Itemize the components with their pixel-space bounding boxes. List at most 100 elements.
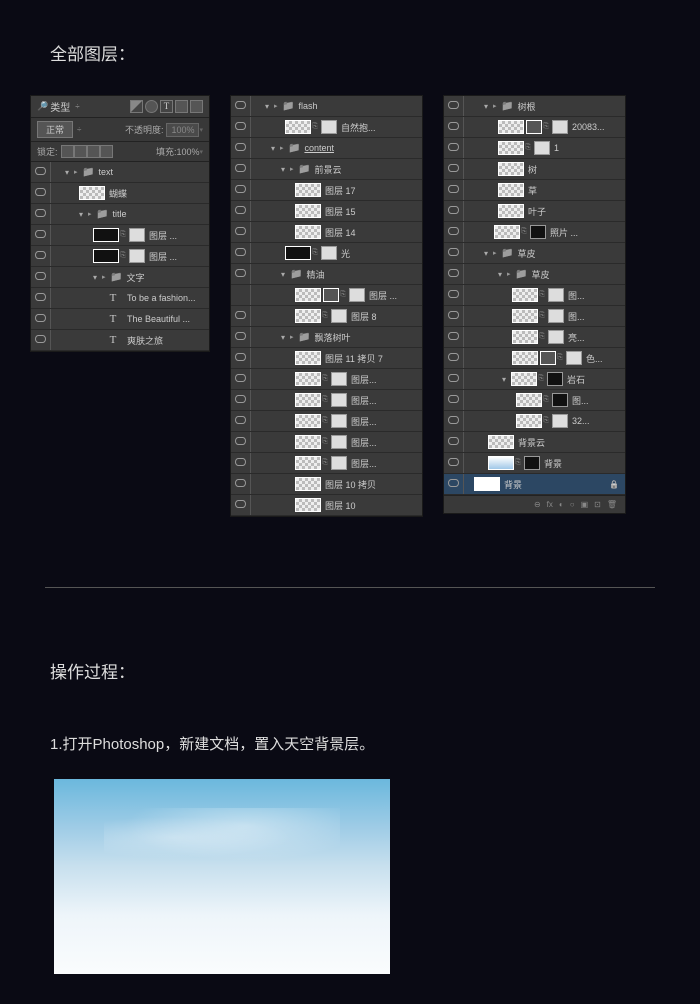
folder-twirl[interactable]: ▸ (290, 165, 298, 173)
visibility-toggle[interactable] (444, 180, 464, 200)
layer-name[interactable]: 草 (528, 184, 625, 197)
disclosure-triangle[interactable]: ▾ (281, 165, 290, 174)
visibility-toggle[interactable] (444, 453, 464, 473)
layer-mask-thumbnail[interactable] (566, 351, 582, 365)
visibility-toggle[interactable] (231, 411, 251, 431)
layer-row[interactable]: ⎘ 图层 ... (231, 285, 422, 306)
layer-mask-thumbnail[interactable] (331, 414, 347, 428)
disclosure-triangle[interactable]: ▾ (265, 102, 274, 111)
layer-mask-thumbnail[interactable] (552, 393, 568, 407)
visibility-toggle[interactable] (31, 162, 51, 182)
layer-name[interactable]: 草皮 (531, 268, 625, 281)
visibility-toggle[interactable] (31, 246, 51, 266)
layer-name[interactable]: 树根 (517, 100, 625, 113)
visibility-toggle[interactable] (444, 390, 464, 410)
layer-name[interactable]: flash (298, 101, 422, 111)
folder-twirl[interactable]: ▸ (493, 102, 501, 110)
layer-name[interactable]: 1 (554, 143, 625, 153)
layer-row[interactable]: TThe Beautiful ... (31, 309, 209, 330)
panel-footer-button[interactable]: fx (547, 500, 553, 509)
layer-name[interactable]: 光 (341, 247, 422, 260)
layer-row[interactable]: ▾▸📁树根 (444, 96, 625, 117)
layer-mask-thumbnail[interactable] (321, 120, 337, 134)
link-icon[interactable]: ⎘ (321, 396, 329, 404)
layer-row[interactable]: ⎘图层 ... (31, 225, 209, 246)
disclosure-triangle[interactable]: ▾ (65, 168, 74, 177)
layer-thumbnail[interactable] (295, 456, 321, 470)
layer-thumbnail[interactable] (93, 249, 119, 263)
visibility-toggle[interactable] (31, 309, 51, 329)
search-icon[interactable]: 🔎 (37, 101, 48, 112)
layer-thumbnail[interactable] (512, 288, 538, 302)
layer-mask-thumbnail[interactable] (548, 309, 564, 323)
layer-thumbnail[interactable] (93, 228, 119, 242)
visibility-toggle[interactable] (444, 159, 464, 179)
layer-name[interactable]: content (304, 143, 422, 153)
link-icon[interactable]: ⎘ (339, 291, 347, 299)
layer-mask-thumbnail[interactable] (547, 372, 563, 386)
layer-row[interactable]: 蝴蝶 (31, 183, 209, 204)
visibility-toggle[interactable] (231, 117, 251, 137)
layer-mask-thumbnail[interactable] (129, 249, 145, 263)
link-icon[interactable]: ⎘ (542, 396, 550, 404)
lock-trans-icon[interactable] (61, 145, 74, 158)
layer-name[interactable]: 图层 17 (325, 184, 422, 197)
visibility-toggle[interactable] (231, 306, 251, 326)
layer-thumbnail[interactable] (79, 186, 105, 200)
layer-thumbnail[interactable] (295, 414, 321, 428)
layer-row[interactable]: 图层 14 (231, 222, 422, 243)
layer-row[interactable]: ⎘亮... (444, 327, 625, 348)
disclosure-triangle[interactable]: ▾ (484, 249, 493, 258)
layer-row[interactable]: 图层 11 拷贝 7 (231, 348, 422, 369)
layer-thumbnail[interactable] (498, 120, 524, 134)
folder-twirl[interactable]: ▸ (493, 249, 501, 257)
filter-pixel-icon[interactable] (130, 100, 143, 113)
disclosure-triangle[interactable]: ▾ (498, 270, 507, 279)
disclosure-triangle[interactable]: ▾ (502, 375, 511, 384)
layer-mask-thumbnail[interactable] (349, 288, 365, 302)
layer-name[interactable]: 前景云 (314, 163, 422, 176)
layer-row[interactable]: ⎘图层... (231, 432, 422, 453)
layer-thumbnail[interactable] (295, 351, 321, 365)
layer-thumbnail[interactable] (516, 393, 542, 407)
layer-name[interactable]: 背景云 (518, 436, 625, 449)
layer-name[interactable]: title (112, 209, 209, 219)
blend-mode[interactable]: 正常 (37, 121, 73, 138)
visibility-toggle[interactable] (444, 243, 464, 263)
visibility-toggle[interactable] (444, 348, 464, 368)
filter-type-icon[interactable]: T (160, 100, 173, 113)
link-icon[interactable]: ⎘ (321, 438, 329, 446)
layer-mask-thumbnail[interactable] (331, 435, 347, 449)
layer-thumbnail[interactable] (498, 141, 524, 155)
visibility-toggle[interactable] (231, 201, 251, 221)
layer-mask-thumbnail[interactable] (548, 288, 564, 302)
visibility-toggle[interactable] (444, 138, 464, 158)
layer-name[interactable]: 自然抱... (341, 121, 422, 134)
filter-shape-icon[interactable] (175, 100, 188, 113)
layer-name[interactable]: 图层 ... (149, 250, 209, 263)
layer-mask-thumbnail[interactable] (129, 228, 145, 242)
layer-row[interactable]: ⎘图... (444, 306, 625, 327)
layer-thumbnail[interactable] (295, 393, 321, 407)
layer-row[interactable]: 图层 10 (231, 495, 422, 516)
layer-thumbnail[interactable] (295, 204, 321, 218)
visibility-toggle[interactable] (231, 264, 251, 284)
layer-row[interactable]: 图层 10 拷贝 (231, 474, 422, 495)
layer-row[interactable]: ⎘1 (444, 138, 625, 159)
link-icon[interactable]: ⎘ (538, 291, 546, 299)
panel-footer-button[interactable]: ○ (570, 500, 575, 509)
layer-row[interactable]: ▾📁精油 (231, 264, 422, 285)
layer-row[interactable]: 背景🔒 (444, 474, 625, 495)
layer-row[interactable]: 树 (444, 159, 625, 180)
visibility-toggle[interactable] (231, 390, 251, 410)
panel-footer-button[interactable]: 🗑 (607, 500, 617, 509)
layer-row[interactable]: 图层 15 (231, 201, 422, 222)
visibility-toggle[interactable] (231, 180, 251, 200)
layer-name[interactable]: 图层... (351, 457, 422, 470)
layer-thumbnail[interactable] (498, 183, 524, 197)
kind-filter[interactable]: 类型 (50, 99, 70, 114)
visibility-toggle[interactable] (444, 117, 464, 137)
layer-name[interactable]: 图层 ... (369, 289, 422, 302)
disclosure-triangle[interactable]: ▾ (281, 333, 290, 342)
layer-thumbnail[interactable] (498, 204, 524, 218)
